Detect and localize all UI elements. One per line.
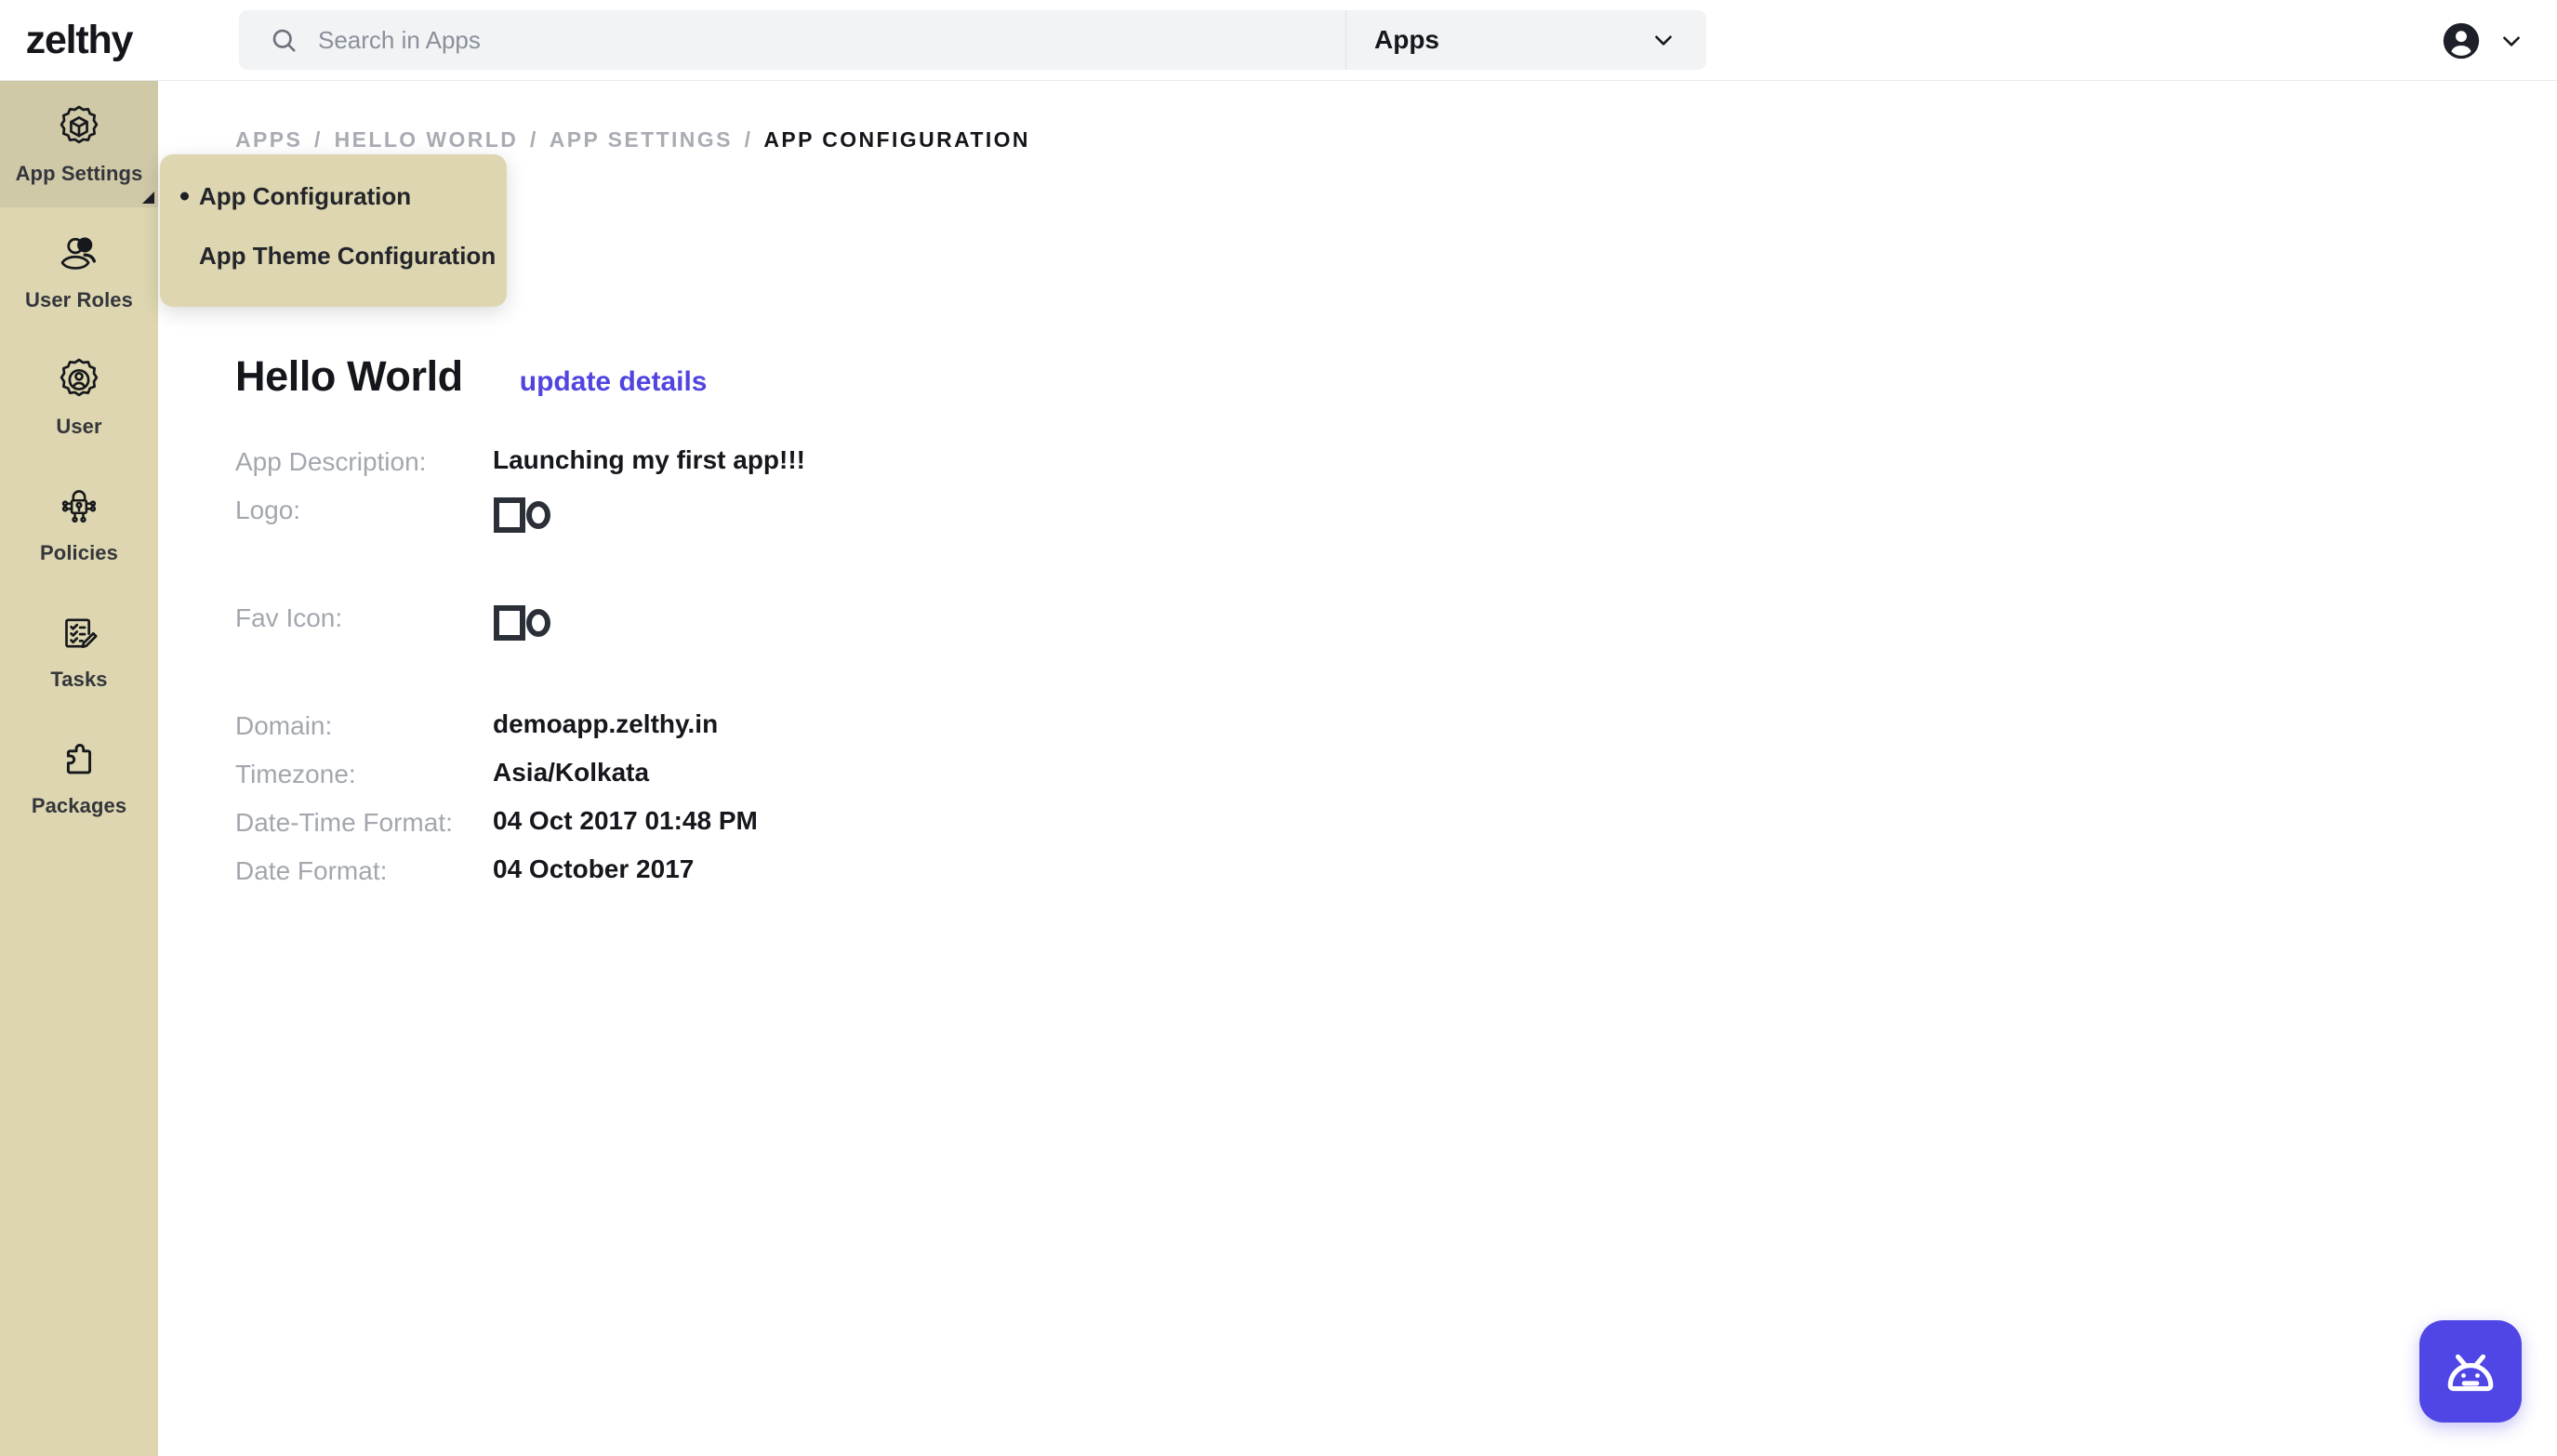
- detail-label: Timezone:: [235, 760, 356, 788]
- breadcrumb-item-app-settings[interactable]: APP SETTINGS: [550, 127, 733, 152]
- detail-label: Date Format:: [235, 856, 388, 885]
- page-title: Hello World: [235, 352, 463, 400]
- sidebar-item-user-roles[interactable]: User Roles: [0, 207, 158, 334]
- main-content: APPS / HELLO WORLD / APP SETTINGS / APP …: [158, 81, 2557, 1456]
- logo-broken-image-icon: [493, 494, 550, 536]
- global-search-bar: Apps: [239, 10, 1706, 70]
- detail-row-fav-icon: Fav Icon:: [235, 602, 1537, 709]
- breadcrumb-separator: /: [530, 127, 538, 152]
- breadcrumb-item-apps[interactable]: APPS: [235, 127, 302, 152]
- checklist-pencil-icon: [54, 608, 104, 658]
- page-header: Hello World update details: [235, 352, 708, 401]
- submenu-item-app-configuration[interactable]: App Configuration: [160, 175, 507, 218]
- puzzle-piece-icon: [54, 735, 104, 785]
- sidebar-item-label: Policies: [40, 541, 118, 564]
- submenu-item-label: App Configuration: [199, 181, 412, 210]
- sidebar-item-label: User: [56, 415, 102, 438]
- user-menu-chevron-down-icon: [2499, 29, 2524, 53]
- user-menu[interactable]: [2440, 0, 2524, 81]
- chevron-down-icon: [1651, 28, 1676, 52]
- detail-label: Logo:: [235, 496, 301, 524]
- sidebar-item-label: User Roles: [25, 288, 133, 311]
- lock-network-icon: [54, 482, 104, 532]
- detail-label: App Description:: [235, 447, 427, 476]
- top-bar: zelthy Apps: [0, 0, 2557, 81]
- search-scope-dropdown[interactable]: Apps: [1345, 10, 1706, 70]
- users-group-icon: [54, 229, 104, 279]
- detail-label: Date-Time Format:: [235, 808, 453, 837]
- sidebar-item-label: Packages: [31, 794, 127, 817]
- detail-row-domain: Domain: demoapp.zelthy.in: [235, 709, 1537, 758]
- search-input[interactable]: [318, 25, 1345, 55]
- detail-row-app-description: App Description: Launching my first app!…: [235, 445, 1537, 494]
- sidebar-item-policies[interactable]: Policies: [0, 460, 158, 587]
- breadcrumb-item-hello-world[interactable]: HELLO WORLD: [335, 127, 519, 152]
- submenu-item-app-theme-configuration[interactable]: App Theme Configuration: [160, 234, 507, 277]
- submenu-item-label: App Theme Configuration: [199, 241, 497, 270]
- detail-row-timezone: Timezone: Asia/Kolkata: [235, 758, 1537, 806]
- breadcrumb-item-app-configuration: APP CONFIGURATION: [763, 127, 1030, 152]
- sidebar-item-label: App Settings: [15, 162, 143, 185]
- detail-row-date-time-format: Date-Time Format: 04 Oct 2017 01:48 PM: [235, 806, 1537, 854]
- search-field-container[interactable]: [239, 10, 1345, 70]
- detail-label: Fav Icon:: [235, 603, 343, 632]
- gear-cube-icon: [54, 102, 104, 152]
- search-icon: [270, 26, 298, 54]
- detail-value: Launching my first app!!!: [493, 445, 805, 474]
- detail-value: Asia/Kolkata: [493, 758, 650, 787]
- search-scope-label: Apps: [1374, 25, 1439, 54]
- detail-value: 04 Oct 2017 01:48 PM: [493, 806, 758, 835]
- gear-user-icon: [54, 355, 104, 405]
- app-settings-submenu: App Configuration App Theme Configuratio…: [160, 154, 507, 307]
- account-circle-icon: [2440, 20, 2483, 62]
- detail-row-date-format: Date Format: 04 October 2017: [235, 854, 1537, 903]
- detail-label: Domain:: [235, 711, 333, 740]
- update-details-link[interactable]: update details: [520, 366, 708, 398]
- sidebar-item-user[interactable]: User: [0, 334, 158, 460]
- detail-row-logo: Logo:: [235, 494, 1537, 602]
- detail-value: 04 October 2017: [493, 854, 695, 883]
- robot-icon: [2437, 1338, 2504, 1405]
- sidebar-item-app-settings[interactable]: App Settings: [0, 81, 158, 207]
- sidebar-item-label: Tasks: [50, 668, 108, 691]
- app-details-list: App Description: Launching my first app!…: [235, 445, 1537, 903]
- sidebar-item-packages[interactable]: Packages: [0, 713, 158, 840]
- brand-logo[interactable]: zelthy: [0, 0, 158, 81]
- breadcrumb-separator: /: [744, 127, 753, 152]
- breadcrumb-separator: /: [314, 127, 323, 152]
- detail-value: demoapp.zelthy.in: [493, 709, 719, 738]
- breadcrumb: APPS / HELLO WORLD / APP SETTINGS / APP …: [235, 127, 1030, 152]
- primary-sidebar: App Settings User Roles User Policies Ta…: [0, 81, 158, 1456]
- sidebar-item-tasks[interactable]: Tasks: [0, 587, 158, 713]
- chat-assistant-button[interactable]: [2419, 1320, 2522, 1423]
- fav-icon-broken-image-icon: [493, 602, 550, 644]
